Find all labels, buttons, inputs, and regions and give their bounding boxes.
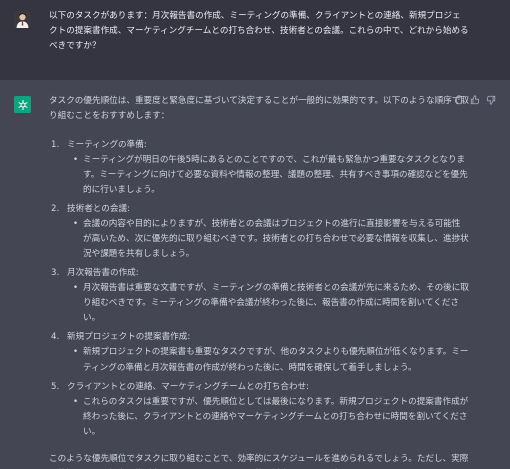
chatgpt-logo-icon	[14, 96, 31, 113]
list-item-detail: • 月次報告書は重要な文書ですが、ミーティングの準備と技術者との会議が先に来るため…	[67, 281, 469, 326]
list-item-number: 1.	[51, 140, 60, 151]
list-item-title: 月次報告書の作成:	[67, 268, 139, 279]
list-item-detail: • これらのタスクは重要ですが、優先順位としては最後になります。新規プロジェクトの…	[67, 395, 469, 440]
list-item: 4. 新規プロジェクトの提案書作成: • 新規プロジェクトの提案書も重要なタスクで…	[49, 330, 469, 379]
list-item-detail: • 会議の内容や目的によりますが、技術者との会議はプロジェクトの進行に直接影響を与…	[67, 217, 469, 262]
assistant-message: タスクの優先順位は、重要度と緊急度に基づいて決定することが一般的に効果的です。以…	[0, 80, 510, 469]
bullet-icon: •	[73, 155, 79, 166]
list-item-detail: • ミーティングが明日の午後5時にあるとのことですので、これが最も緊急かつ重要なタ…	[67, 153, 469, 198]
list-item: 1. ミーティングの準備: • ミーティングが明日の午後5時にあるとのことですので…	[49, 138, 469, 202]
list-item: 5. クライアントとの連絡、マーケティングチームとの打ち合わせ: • これらのタス…	[49, 380, 469, 444]
thumbs-up-icon[interactable]	[470, 95, 480, 105]
list-item-number: 3.	[51, 268, 60, 279]
list-item-number: 4.	[51, 332, 60, 343]
list-item-title: ミーティングの準備:	[67, 140, 147, 151]
clipboard-icon[interactable]	[454, 95, 464, 105]
list-item-number: 5.	[51, 381, 60, 392]
list-item: 3. 月次報告書の作成: • 月次報告書は重要な文書ですが、ミーティングの準備と技…	[49, 266, 469, 330]
message-actions	[454, 95, 496, 105]
list-item-detail: • 新規プロジェクトの提案書も重要なタスクですが、他のタスクよりも優先順位が低くな…	[67, 345, 469, 375]
user-message: 以下のタスクがあります：月次報告書の作成、ミーティングの準備、クライアントとの連…	[0, 0, 510, 80]
bullet-icon: •	[73, 396, 79, 407]
user-avatar	[14, 11, 31, 28]
list-item: 2. 技術者との会議: • 会議の内容や目的によりますが、技術者との会議はプロジェ…	[49, 202, 469, 266]
list-item-title: 新規プロジェクトの提案書作成:	[67, 332, 191, 343]
priority-list: 1. ミーティングの準備: • ミーティングが明日の午後5時にあるとのことですので…	[49, 138, 469, 444]
assistant-intro: タスクの優先順位は、重要度と緊急度に基づいて決定することが一般的に効果的です。以…	[49, 96, 469, 122]
list-item-title: 技術者との会議:	[67, 204, 130, 215]
list-item-title: クライアントとの連絡、マーケティングチームとの打ち合わせ:	[67, 381, 310, 392]
user-message-text: 以下のタスクがあります：月次報告書の作成、ミーティングの準備、クライアントとの連…	[49, 11, 469, 51]
bullet-icon: •	[73, 219, 79, 230]
bullet-icon: •	[73, 347, 79, 358]
assistant-outro: このような優先順位でタスクに取り組むことで、効率的にスケジュールを進められるでし…	[49, 453, 469, 469]
assistant-message-body: タスクの優先順位は、重要度と緊急度に基づいて決定することが一般的に効果的です。以…	[49, 94, 469, 469]
thumbs-down-icon[interactable]	[486, 95, 496, 105]
list-item-number: 2.	[51, 204, 60, 215]
bullet-icon: •	[73, 283, 79, 294]
